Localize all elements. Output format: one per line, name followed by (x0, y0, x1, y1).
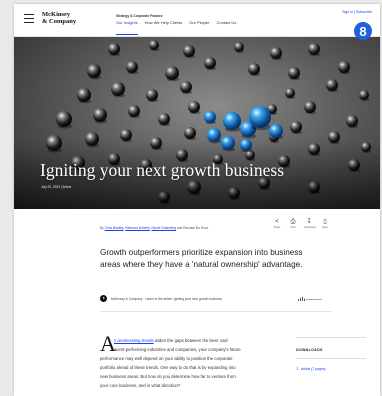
mckinsey-logo[interactable]: McKinsey & Company (42, 11, 102, 25)
download-icon: ↧ (296, 367, 299, 371)
download-icon: ↧ (306, 219, 312, 225)
browser-page: McKinsey & Company Strategy & Corporate … (14, 4, 380, 396)
share-button[interactable]: < Share (272, 219, 282, 229)
body-line: new business areas. But how do you deter… (100, 374, 236, 379)
save-button[interactable]: ▯ Save (320, 219, 330, 229)
body-line: worst-performing industries and companie… (114, 347, 241, 352)
article-tools: < Share ⎙ Print ↧ Download ▯ Save (272, 219, 330, 229)
play-icon[interactable] (100, 295, 107, 302)
author-link[interactable]: Nicole Grassberg (151, 226, 176, 230)
site-header: McKinsey & Company Strategy & Corporate … (14, 4, 380, 37)
article-download-link[interactable]: ↧ Article (7 pages) (296, 367, 366, 371)
print-icon: ⎙ (290, 219, 296, 225)
accelerating-trends-link[interactable]: s accelerating trends (114, 338, 154, 343)
divider (296, 358, 366, 359)
audio-player: McKinsey & Company - Listen to the artic… (100, 294, 332, 304)
author-link[interactable]: Chris Bradley (105, 226, 124, 230)
article-body: s accelerating trends widen the gaps bet… (100, 336, 290, 390)
notification-badge[interactable]: 8 (354, 22, 372, 40)
body-line: portfolio ahead of these trends. One way… (100, 365, 236, 370)
downloads-panel: DOWNLOADS ↧ Article (7 pages) (296, 348, 366, 371)
author-link[interactable]: Rebecca Doherty (125, 226, 149, 230)
menu-icon[interactable] (24, 14, 34, 23)
download-button[interactable]: ↧ Download (304, 219, 316, 229)
share-icon: < (275, 219, 279, 225)
bookmark-icon: ▯ (323, 219, 327, 225)
spheres-image (14, 37, 380, 209)
nav-contact-us[interactable]: Contact Us (217, 20, 237, 25)
nav-how-we-help-clients[interactable]: How We Help Clients (145, 20, 183, 25)
audio-title: McKinsey & Company - Listen to the artic… (111, 296, 222, 301)
article-title: Igniting your next growth business (40, 160, 285, 180)
divider (100, 311, 332, 312)
article-lede: Growth outperformers prioritize expansio… (100, 248, 303, 269)
body-line: your core business, and in what directio… (100, 383, 181, 388)
divider (296, 337, 366, 338)
article-date: July 20, 2023 | Article (41, 185, 72, 189)
hero-banner: Igniting your next growth business July … (14, 37, 380, 209)
body-line: performance may well depend on your abil… (100, 356, 233, 361)
main-nav: Our Insights How We Help Clients Our Peo… (116, 20, 237, 36)
nav-our-insights[interactable]: Our Insights (116, 20, 138, 36)
downloads-heading: DOWNLOADS (296, 348, 323, 352)
print-button[interactable]: ⎙ Print (288, 219, 298, 229)
byline: By Chris Bradley, Rebecca Doherty, Nicol… (100, 226, 209, 230)
body-line: s accelerating trends widen the gaps bet… (114, 338, 228, 343)
waveform-icon (298, 297, 322, 301)
nav-kicker: Strategy & Corporate Finance (116, 14, 163, 18)
nav-our-people[interactable]: Our People (189, 20, 209, 25)
sign-in-link[interactable]: Sign in | Subscribe (342, 10, 372, 14)
